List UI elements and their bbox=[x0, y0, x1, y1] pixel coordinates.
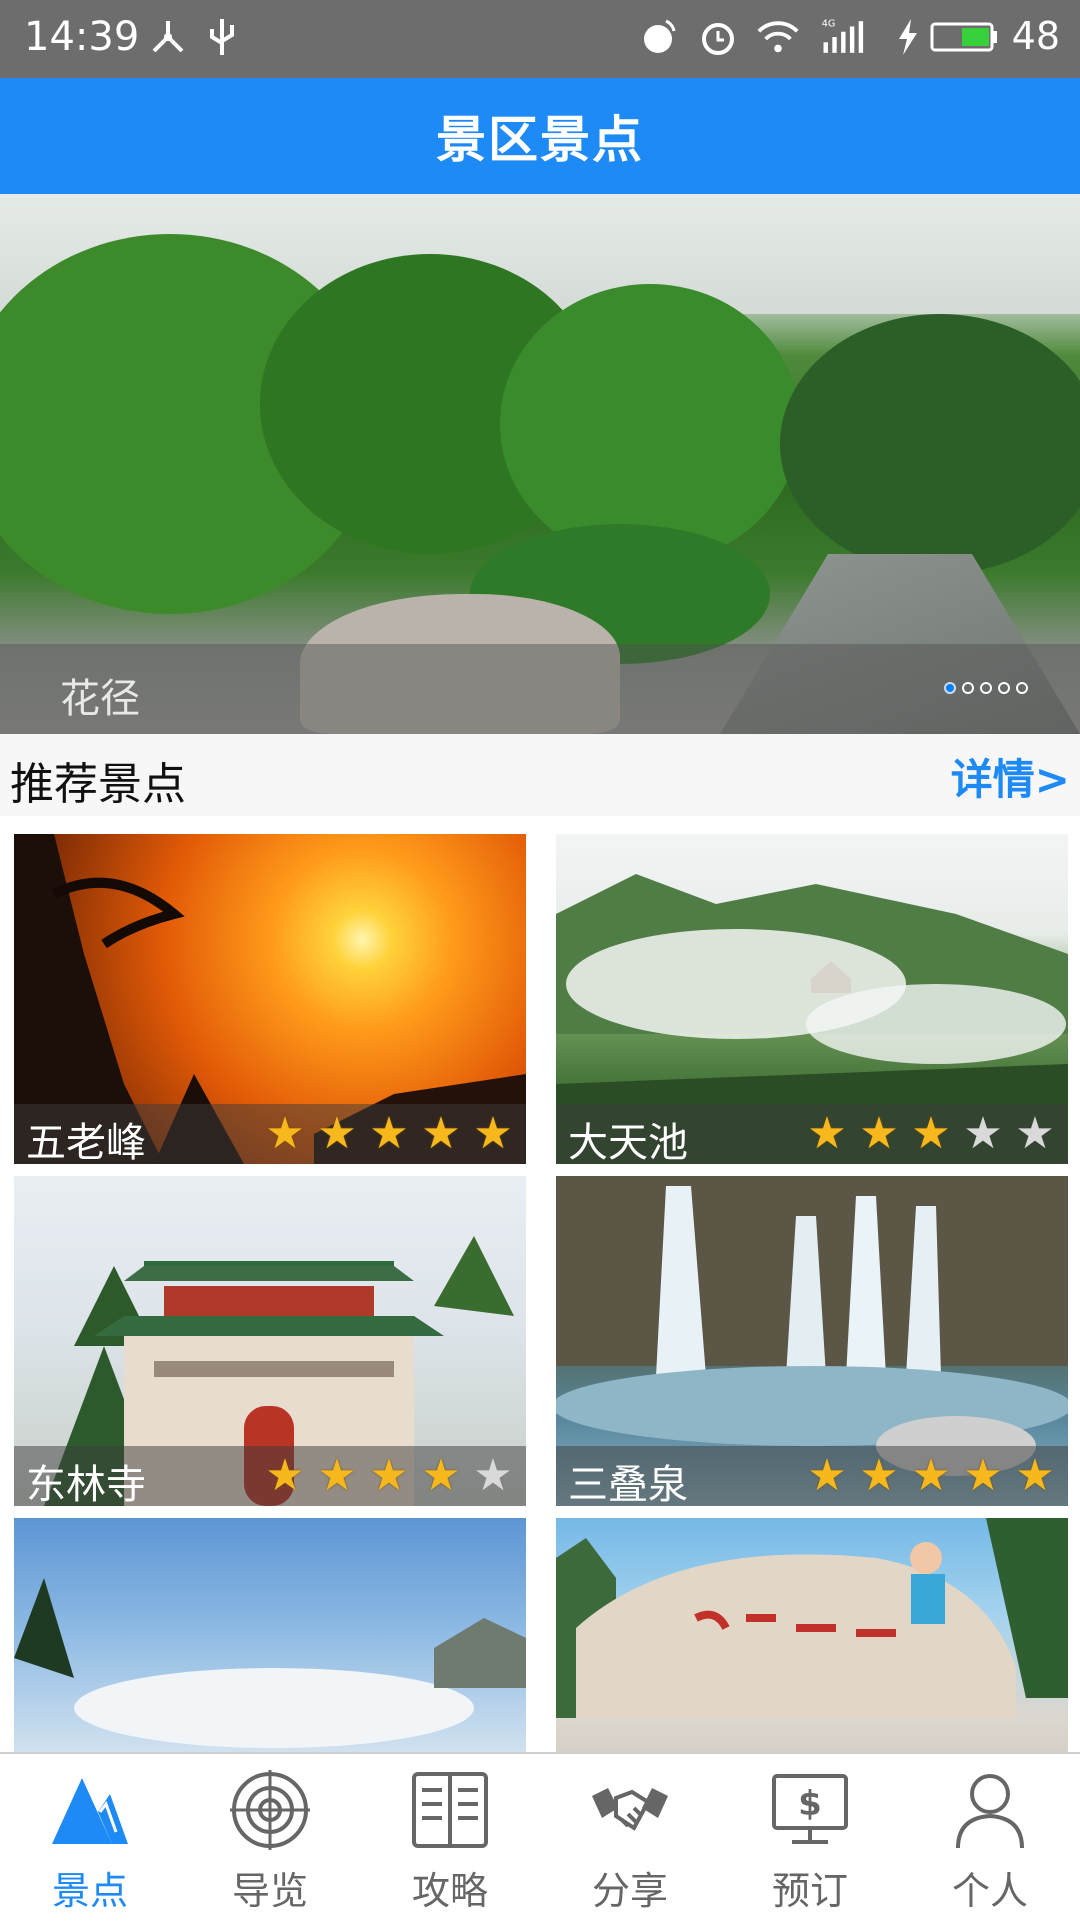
handshake-icon bbox=[588, 1768, 672, 1852]
svg-text:4G: 4G bbox=[822, 18, 836, 29]
star-empty-icon: ★ bbox=[1015, 1108, 1055, 1159]
star-filled-icon: ★ bbox=[369, 1108, 409, 1159]
attraction-image bbox=[14, 1518, 526, 1752]
attraction-image bbox=[556, 1518, 1068, 1752]
attraction-caption-bar: 三叠泉 ★ ★ ★ ★ ★ bbox=[556, 1446, 1068, 1506]
star-filled-icon: ★ bbox=[807, 1108, 847, 1159]
nav-label: 个人 bbox=[951, 1869, 1028, 1913]
carousel-dot[interactable] bbox=[980, 682, 992, 694]
usb-tether-icon bbox=[146, 12, 190, 62]
attraction-card[interactable]: 东林寺 ★ ★ ★ ★ ★ bbox=[14, 1176, 526, 1506]
attraction-card[interactable] bbox=[14, 1518, 526, 1752]
carousel-indicator bbox=[944, 682, 1028, 694]
status-time: 14:39 bbox=[24, 14, 140, 60]
star-empty-icon: ★ bbox=[473, 1450, 513, 1501]
attraction-caption-bar: 五老峰 ★ ★ ★ ★ ★ bbox=[14, 1104, 526, 1164]
star-filled-icon: ★ bbox=[859, 1450, 899, 1501]
svg-text:$: $ bbox=[798, 1784, 822, 1824]
nav-label: 导览 bbox=[231, 1869, 308, 1913]
carousel-dot[interactable] bbox=[998, 682, 1010, 694]
star-filled-icon: ★ bbox=[421, 1108, 461, 1159]
person-icon bbox=[948, 1768, 1032, 1852]
nav-label: 分享 bbox=[591, 1869, 668, 1913]
alarm-icon bbox=[696, 12, 740, 62]
details-link[interactable]: 详情> bbox=[951, 746, 1070, 807]
wifi-icon bbox=[756, 12, 800, 62]
attraction-card[interactable]: 三叠泉 ★ ★ ★ ★ ★ bbox=[556, 1176, 1068, 1506]
book-icon bbox=[408, 1768, 492, 1852]
attraction-name: 大天池 bbox=[568, 1120, 688, 1164]
star-filled-icon: ★ bbox=[265, 1450, 305, 1501]
banner-caption-bar: 花径 bbox=[0, 644, 1080, 734]
attraction-caption-bar: 东林寺 ★ ★ ★ ★ ★ bbox=[14, 1446, 526, 1506]
attraction-card[interactable]: 五老峰 ★ ★ ★ ★ ★ bbox=[14, 834, 526, 1164]
nav-item-guide[interactable]: 导览 bbox=[180, 1754, 360, 1922]
banner-tree bbox=[780, 314, 1080, 574]
star-filled-icon: ★ bbox=[317, 1450, 357, 1501]
attraction-name: 五老峰 bbox=[26, 1120, 146, 1164]
bottom-navigation: 景点 导览 攻略 分享 $ 预订 个人 bbox=[0, 1752, 1080, 1922]
nav-item-share[interactable]: 分享 bbox=[540, 1754, 720, 1922]
rating-stars: ★ ★ ★ ★ ★ bbox=[260, 1452, 518, 1500]
rating-stars: ★ ★ ★ ★ ★ bbox=[260, 1110, 518, 1158]
nav-item-spots[interactable]: 景点 bbox=[0, 1754, 180, 1922]
attraction-grid: 五老峰 ★ ★ ★ ★ ★ 大天池 ★ ★ ★ ★ ★ 东林寺 ★ ★ ★ ★ … bbox=[0, 816, 1080, 1752]
section-title: 推荐景点 bbox=[10, 759, 186, 810]
status-bar: 14:39 4G 48 bbox=[0, 0, 1080, 78]
mountain-icon bbox=[48, 1768, 132, 1852]
rating-stars: ★ ★ ★ ★ ★ bbox=[802, 1452, 1060, 1500]
star-filled-icon: ★ bbox=[807, 1450, 847, 1501]
star-filled-icon: ★ bbox=[911, 1108, 951, 1159]
nav-item-strategy[interactable]: 攻略 bbox=[360, 1754, 540, 1922]
attraction-name: 三叠泉 bbox=[568, 1462, 688, 1506]
signal-icon: 4G bbox=[820, 12, 864, 62]
star-filled-icon: ★ bbox=[963, 1450, 1003, 1501]
nav-label: 预订 bbox=[771, 1869, 848, 1913]
banner-tree bbox=[500, 284, 800, 564]
star-filled-icon: ★ bbox=[911, 1450, 951, 1501]
battery-icon bbox=[930, 12, 1000, 62]
star-filled-icon: ★ bbox=[317, 1108, 357, 1159]
banner-caption: 花径 bbox=[60, 676, 140, 722]
payment-screen-icon: $ bbox=[768, 1768, 852, 1852]
charging-icon bbox=[886, 12, 930, 62]
attraction-name: 东林寺 bbox=[26, 1462, 146, 1506]
attraction-card[interactable] bbox=[556, 1518, 1068, 1752]
attraction-caption-bar: 大天池 ★ ★ ★ ★ ★ bbox=[556, 1104, 1068, 1164]
rating-stars: ★ ★ ★ ★ ★ bbox=[802, 1110, 1060, 1158]
recommended-section-header: 推荐景点 详情> bbox=[0, 734, 1080, 816]
target-icon bbox=[228, 1768, 312, 1852]
battery-percentage: 48 bbox=[1011, 14, 1060, 58]
star-filled-icon: ★ bbox=[859, 1108, 899, 1159]
nfc-icon bbox=[636, 12, 680, 62]
app-header: 景区景点 bbox=[0, 78, 1080, 194]
carousel-dot[interactable] bbox=[962, 682, 974, 694]
carousel-dot[interactable] bbox=[944, 682, 956, 694]
usb-icon bbox=[200, 12, 244, 62]
star-filled-icon: ★ bbox=[473, 1108, 513, 1159]
star-filled-icon: ★ bbox=[369, 1450, 409, 1501]
carousel-dot[interactable] bbox=[1016, 682, 1028, 694]
star-empty-icon: ★ bbox=[963, 1108, 1003, 1159]
attraction-card[interactable]: 大天池 ★ ★ ★ ★ ★ bbox=[556, 834, 1068, 1164]
nav-label: 景点 bbox=[51, 1869, 128, 1913]
star-filled-icon: ★ bbox=[421, 1450, 461, 1501]
nav-label: 攻略 bbox=[411, 1869, 488, 1913]
star-filled-icon: ★ bbox=[1015, 1450, 1055, 1501]
nav-item-booking[interactable]: $ 预订 bbox=[720, 1754, 900, 1922]
nav-item-profile[interactable]: 个人 bbox=[900, 1754, 1080, 1922]
page-title: 景区景点 bbox=[436, 111, 644, 169]
banner-carousel[interactable]: 花径 bbox=[0, 194, 1080, 734]
star-filled-icon: ★ bbox=[265, 1108, 305, 1159]
